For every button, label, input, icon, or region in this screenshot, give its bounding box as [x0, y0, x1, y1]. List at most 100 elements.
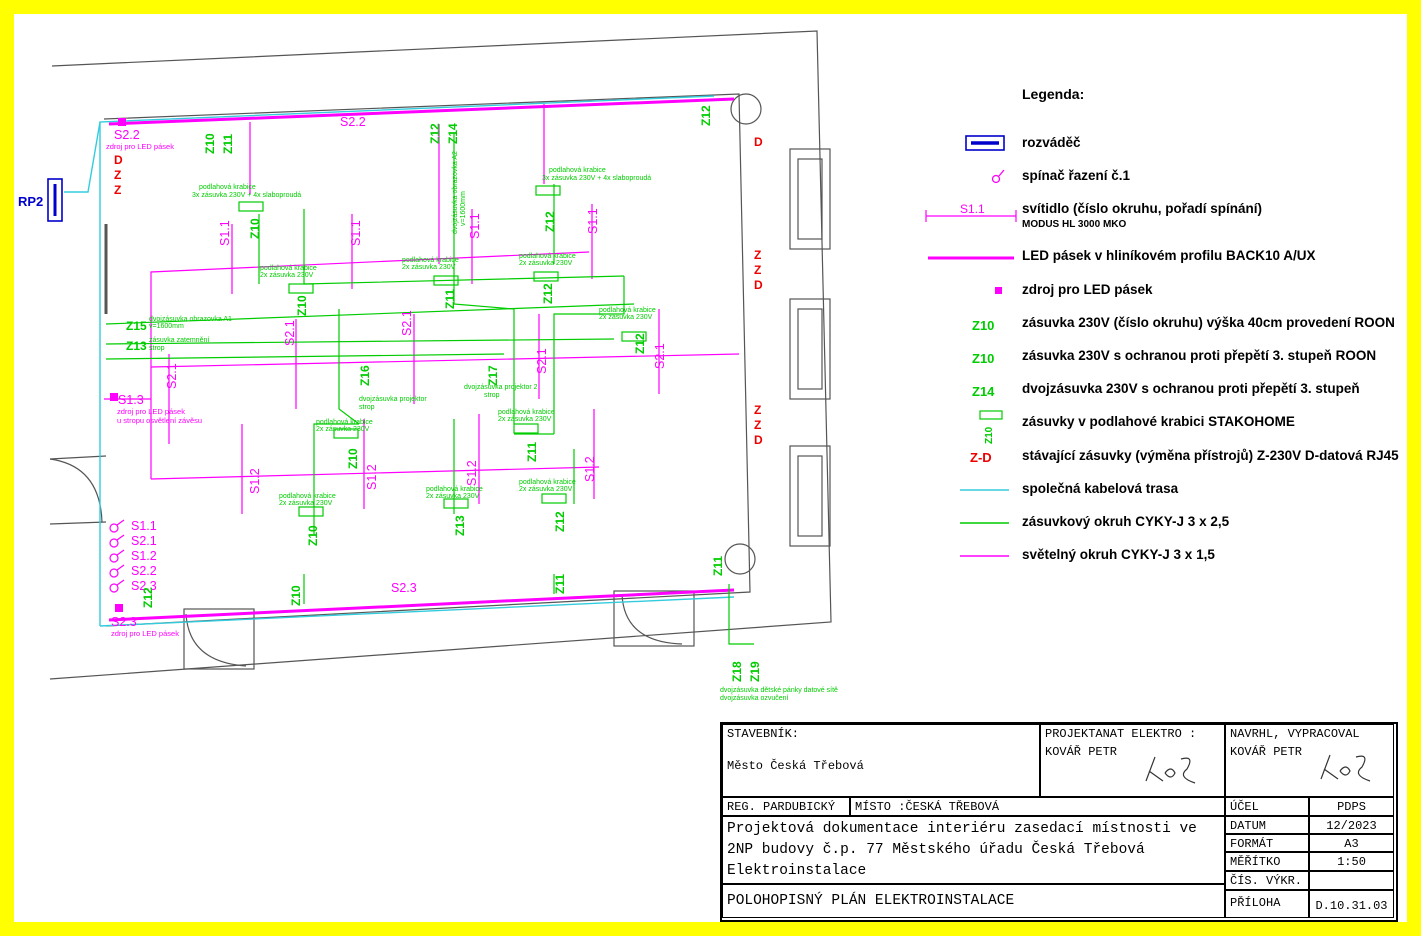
svg-text:D: D [114, 153, 123, 167]
svg-text:Z-D: Z-D [970, 450, 992, 465]
svg-text:Z11: Z11 [221, 134, 235, 154]
label-s12-c: S1.2 [465, 460, 479, 486]
svg-text:Z: Z [114, 183, 121, 197]
svg-text:podlahová krabice: podlahová krabice [519, 253, 576, 260]
svg-text:2x zásuvka 230V: 2x zásuvka 230V [599, 314, 653, 321]
title-block: STAVEBNÍK: Město Česká Třebová PROJEKTAN… [720, 722, 1398, 922]
field-scale-label: MĚŘÍTKO [1225, 852, 1309, 871]
svg-text:Z19: Z19 [748, 661, 762, 682]
svg-text:podlahová krabice: podlahová krabice [519, 479, 576, 486]
svg-text:zdroj pro LED pásek: zdroj pro LED pásek [111, 629, 179, 638]
svg-text:3x zásuvka 230V + 4x slaboprou: 3x zásuvka 230V + 4x slaboproudá [542, 175, 651, 182]
label-s23-left: S2.3 [111, 615, 137, 629]
designer-cell: PROJEKTANAT ELEKTRO : KOVÁŘ PETR [1040, 724, 1225, 797]
svg-text:strop: strop [149, 345, 165, 352]
label-s13: S1.3 [118, 393, 144, 407]
svg-text:S2.2: S2.2 [131, 564, 157, 578]
svg-text:dvojzásuvka projektor 2: dvojzásuvka projektor 2 [464, 384, 538, 391]
drawing-sheet: RP2 S2.2 S2.2 S2.3 S2.3 S1.3 S1.1 S1.1 S… [14, 14, 1407, 922]
svg-text:v=1600mm: v=1600mm [460, 191, 467, 226]
svg-text:strop: strop [484, 392, 500, 399]
signature-drawn [1320, 754, 1371, 782]
svg-text:podlahová krabice: podlahová krabice [279, 493, 336, 500]
svg-text:Z15: Z15 [126, 319, 147, 333]
svg-text:2x zásuvka 230V: 2x zásuvka 230V [498, 416, 552, 423]
svg-text:Z17: Z17 [486, 365, 500, 386]
distribution-board-symbol [47, 178, 63, 222]
field-annex-label: PŘÍLOHA [1225, 890, 1309, 918]
designer-label: PROJEKTANAT ELEKTRO : [1045, 727, 1197, 741]
socket-circuits [105, 134, 754, 645]
field-purpose-label: ÚČEL [1225, 797, 1309, 816]
svg-text:S1.2: S1.2 [131, 549, 157, 563]
svg-text:u stropu osvětlení závěsu: u stropu osvětlení závěsu [117, 416, 202, 425]
svg-text:podlahová krabice: podlahová krabice [426, 486, 483, 493]
drawn-label: NAVRHL, VYPRACOVAL [1230, 727, 1360, 741]
label-s11-a: S1.1 [218, 220, 232, 246]
svg-text:podlahová krabice: podlahová krabice [498, 409, 555, 416]
svg-text:S2.1: S2.1 [131, 534, 157, 548]
label-s12-a: S1.2 [248, 468, 262, 494]
svg-text:Z11: Z11 [553, 574, 567, 594]
field-annex-value: D.10.31.03 [1309, 890, 1394, 918]
label-s11-b: S1.1 [349, 220, 363, 246]
svg-text:dvojzásuvka ozvučení: dvojzásuvka ozvučení [720, 695, 789, 702]
svg-text:Z10: Z10 [984, 426, 995, 444]
svg-text:2x zásuvka 230V: 2x zásuvka 230V [519, 486, 573, 493]
field-number-value [1309, 871, 1394, 890]
svg-text:podlahová krabice: podlahová krabice [402, 257, 459, 264]
svg-text:Z12: Z12 [553, 511, 567, 532]
svg-text:podlahová krabice: podlahová krabice [599, 307, 656, 314]
field-purpose-value: PDPS [1309, 797, 1394, 816]
label-s22-left: S2.2 [114, 128, 140, 142]
switch-stack: S1.1 S2.1 S1.2 S2.2 S2.3 [131, 519, 157, 593]
svg-text:Z10: Z10 [306, 525, 320, 546]
svg-text:Z11: Z11 [443, 289, 457, 309]
svg-text:Z12: Z12 [428, 123, 442, 144]
label-s21-e: S2.1 [165, 363, 179, 389]
svg-text:Z10: Z10 [972, 318, 994, 333]
svg-text:2x zásuvka 230V: 2x zásuvka 230V [519, 260, 573, 267]
label-s11-d: S1.1 [586, 208, 600, 234]
label-s21-c: S2.1 [535, 348, 549, 374]
svg-text:Z: Z [114, 168, 121, 182]
svg-text:dvojzásuvka projektor: dvojzásuvka projektor [359, 396, 427, 403]
svg-text:Z: Z [754, 403, 761, 417]
svg-text:Z: Z [754, 263, 761, 277]
drawn-cell: NAVRHL, VYPRACOVAL KOVÁŘ PETR [1225, 724, 1394, 797]
legend-led-source-icon [995, 287, 1002, 294]
svg-text:2x zásuvka 230V: 2x zásuvka 230V [316, 426, 370, 433]
svg-text:2x zásuvka 230V: 2x zásuvka 230V [426, 493, 480, 500]
svg-text:Z12: Z12 [541, 283, 555, 304]
svg-text:2x zásuvka 230V: 2x zásuvka 230V [260, 272, 314, 279]
region-cell: REG. PARDUBICKÝ [722, 797, 850, 816]
svg-text:strop: strop [359, 404, 375, 411]
place-cell: MÍSTO :ČESKÁ TŘEBOVÁ [850, 797, 1225, 816]
label-s21-d: S2.1 [653, 343, 667, 369]
legend-symbols: S1.1 Z10 Z10 Z14 Z10 Z-D [925, 135, 1017, 557]
svg-text:zdroj pro LED pásek: zdroj pro LED pásek [106, 142, 174, 151]
drawing-title: POLOHOPISNÝ PLÁN ELEKTROINSTALACE [722, 884, 1225, 918]
panel-label: RP2 [18, 194, 43, 209]
legend-switch-icon [991, 169, 1005, 184]
svg-text:Z12: Z12 [141, 587, 155, 608]
investor-cell: STAVEBNÍK: Město Česká Třebová [722, 724, 1040, 797]
svg-text:dvojzásuvka obrazovka A2: dvojzásuvka obrazovka A2 [452, 151, 459, 234]
svg-text:Z16: Z16 [358, 365, 372, 386]
svg-text:Z13: Z13 [126, 339, 147, 353]
signature-designer [1145, 756, 1196, 784]
svg-text:Z14: Z14 [972, 384, 995, 399]
label-s23-bottom: S2.3 [391, 581, 417, 595]
svg-text:Z13: Z13 [453, 515, 467, 536]
investor-label: STAVEBNÍK: [727, 727, 800, 741]
svg-text:Z: Z [754, 248, 761, 262]
label-s11-c: S1.1 [468, 213, 482, 239]
svg-text:Z10: Z10 [972, 351, 994, 366]
svg-text:Z14: Z14 [446, 123, 460, 144]
label-s22-top: S2.2 [340, 115, 366, 129]
svg-text:zdroj pro LED pásek: zdroj pro LED pásek [117, 407, 185, 416]
svg-text:D: D [754, 135, 763, 149]
svg-text:Z18: Z18 [730, 661, 744, 682]
svg-text:podlahová krabice: podlahová krabice [549, 167, 606, 174]
svg-text:Z12: Z12 [633, 333, 647, 354]
